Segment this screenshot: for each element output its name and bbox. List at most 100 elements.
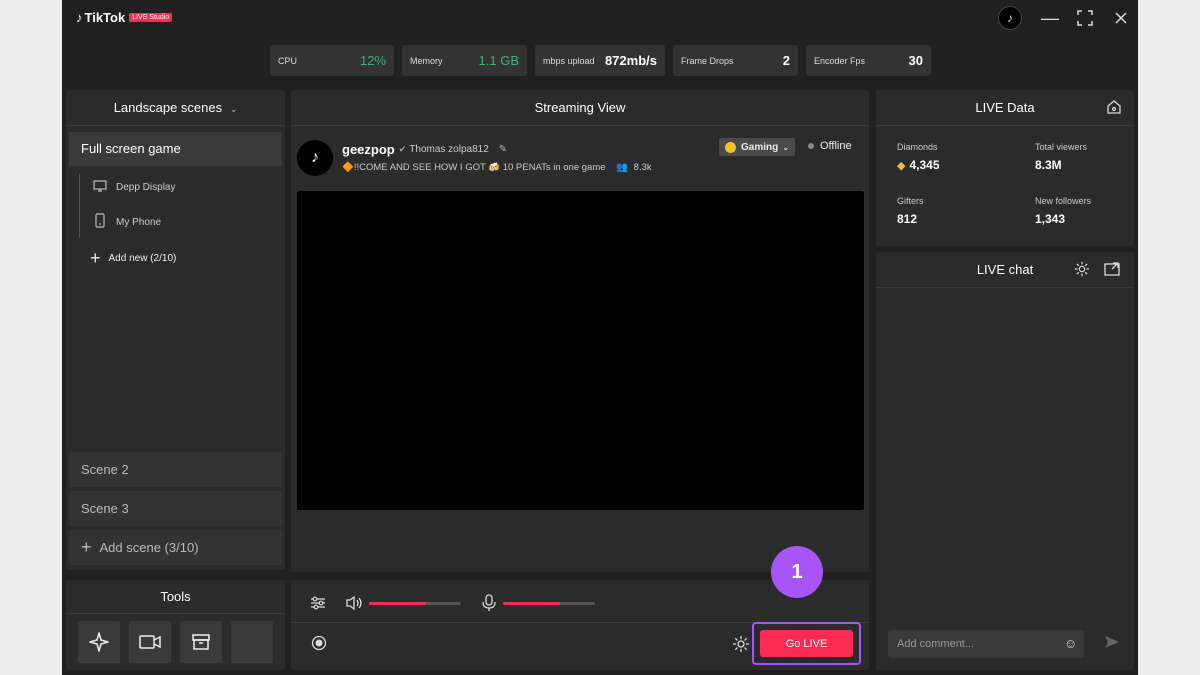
viewers-icon: 👥 (616, 162, 629, 173)
scene-full-screen-game[interactable]: Full screen game (69, 132, 282, 166)
scene-item[interactable]: Scene 2 (69, 452, 282, 487)
performance-stats: CPU 12% Memory 1.1 GB mbps upload 872mb/… (270, 45, 931, 76)
source-label: My Phone (116, 216, 162, 228)
profile-avatar[interactable]: ♪ (297, 140, 333, 176)
stream-description-row: 🔶!!COME AND SEE HOW I GOT 🍻 10 PENATs in… (342, 162, 652, 173)
tools-title: Tools (66, 580, 285, 614)
comment-input[interactable] (888, 630, 1084, 658)
video-camera-icon (139, 635, 161, 649)
stat-label: mbps upload (543, 55, 595, 66)
live-chat-panel: LIVE chat ☺ (876, 252, 1134, 670)
box-icon (192, 634, 210, 650)
volume-slider[interactable] (369, 602, 461, 605)
phone-icon (92, 213, 108, 231)
metric-label: Diamonds (897, 142, 938, 152)
stat-value: 1.1 GB (478, 53, 519, 68)
metric-label: New followers (1035, 196, 1092, 206)
settings-sliders-icon[interactable] (310, 596, 326, 613)
stat-upload: mbps upload 872mb/s (535, 45, 665, 76)
stat-encoder-fps: Encoder Fps 30 (806, 45, 931, 76)
diamond-icon: ◆ (897, 160, 906, 172)
metric-value: 4,345 (909, 158, 940, 172)
tiktok-live-studio-window: ♪ TikTok LIVE Studio ♪ — CPU 12% Memory … (62, 0, 1138, 675)
speaker-icon[interactable] (345, 595, 363, 614)
box-tool-button[interactable] (180, 621, 222, 663)
chevron-down-icon: ⌄ (782, 142, 789, 152)
tool-buttons (78, 621, 273, 663)
mic-level (503, 602, 561, 605)
account-avatar[interactable]: ♪ (998, 6, 1022, 30)
metric-value: 8.3M (1035, 158, 1062, 172)
metric-gifters: Gifters 812 (897, 196, 924, 226)
scenes-title: Landscape scenes (113, 100, 223, 115)
maximize-icon (1077, 10, 1093, 26)
verified-icon: ✔ (398, 144, 407, 154)
streaming-view-title: Streaming View (291, 90, 869, 126)
status-label: Offline (820, 140, 852, 152)
stat-cpu: CPU 12% (270, 45, 394, 76)
record-icon[interactable] (311, 635, 327, 654)
tools-panel: Tools (66, 580, 285, 670)
stat-value: 2 (782, 53, 790, 68)
monitor-icon (92, 180, 108, 195)
metric-value: 1,343 (1035, 212, 1066, 226)
username: geezpop (342, 142, 395, 157)
coin-icon (725, 141, 736, 153)
live-chat-title: LIVE chat (876, 252, 1134, 288)
emoji-icon[interactable]: ☺ (1064, 636, 1077, 651)
metric-label: Total viewers (1035, 142, 1088, 152)
mic-slider[interactable] (503, 602, 595, 605)
category-label: Gaming (741, 141, 779, 153)
popout-icon[interactable] (1104, 261, 1120, 280)
scenes-panel: Landscape scenes ⌄ Full screen game Depp… (66, 90, 285, 570)
empty-tool-slot[interactable] (231, 621, 273, 663)
tiktok-logo: ♪ TikTok LIVE Studio (76, 10, 173, 25)
home-icon[interactable] (1106, 99, 1122, 118)
camera-tool-button[interactable] (129, 621, 171, 663)
tiktok-note-icon: ♪ (1007, 11, 1013, 25)
microphone-icon[interactable] (482, 594, 496, 615)
scenes-dropdown[interactable]: Landscape scenes ⌄ (66, 90, 285, 126)
minimize-button[interactable]: — (1038, 6, 1062, 30)
title-bar: ♪ TikTok LIVE Studio ♪ — (62, 0, 1138, 36)
stat-value: 872mb/s (604, 53, 657, 68)
add-scene-label: Add scene (3/10) (99, 540, 199, 555)
source-label: Depp Display (116, 182, 176, 193)
tiktok-note-icon: ♪ (311, 149, 319, 166)
scene-item[interactable]: Scene 3 (69, 491, 282, 526)
gear-icon[interactable] (1074, 261, 1090, 280)
source-list: Depp Display My Phone (79, 174, 279, 238)
go-live-button[interactable]: Go LIVE (760, 630, 853, 657)
close-button[interactable] (1109, 6, 1133, 30)
effects-tool-button[interactable] (78, 621, 120, 663)
tiktok-note-icon: ♪ (76, 10, 83, 25)
real-name: Thomas zolpa812 (409, 144, 489, 155)
metric-total-viewers: Total viewers 8.3M (1035, 142, 1087, 172)
stat-label: CPU (278, 55, 298, 66)
close-icon (1115, 12, 1127, 24)
maximize-button[interactable] (1073, 6, 1097, 30)
stat-value: 12% (359, 53, 386, 68)
stat-memory: Memory 1.1 GB (402, 45, 527, 76)
stat-label: Encoder Fps (814, 55, 866, 66)
edit-icon[interactable]: ✎ (499, 144, 507, 155)
chevron-down-icon: ⌄ (229, 104, 238, 114)
source-item[interactable]: My Phone (92, 213, 161, 231)
add-source-button[interactable]: + Add new (2/10) (90, 248, 176, 269)
stream-preview (297, 191, 864, 510)
category-dropdown[interactable]: Gaming ⌄ (719, 138, 795, 156)
stat-label: Memory (410, 55, 443, 66)
plus-icon: + (81, 537, 92, 557)
send-icon[interactable] (1104, 634, 1120, 653)
status-dot-icon (808, 143, 814, 149)
volume-level (369, 602, 427, 605)
stream-user-info: geezpop ✔ Thomas zolpa812 ✎ (342, 142, 507, 157)
source-item[interactable]: Depp Display (92, 180, 175, 195)
stream-status: Offline (808, 140, 852, 152)
gear-icon[interactable] (732, 635, 750, 656)
add-scene-button[interactable]: + Add scene (3/10) (69, 530, 282, 565)
viewer-count: 8.3k (633, 162, 652, 173)
streaming-view-panel: Streaming View ♪ geezpop ✔ Thomas zolpa8… (291, 90, 869, 572)
metric-diamonds: Diamonds ◆ 4,345 (897, 142, 940, 172)
metric-value: 812 (897, 212, 918, 226)
